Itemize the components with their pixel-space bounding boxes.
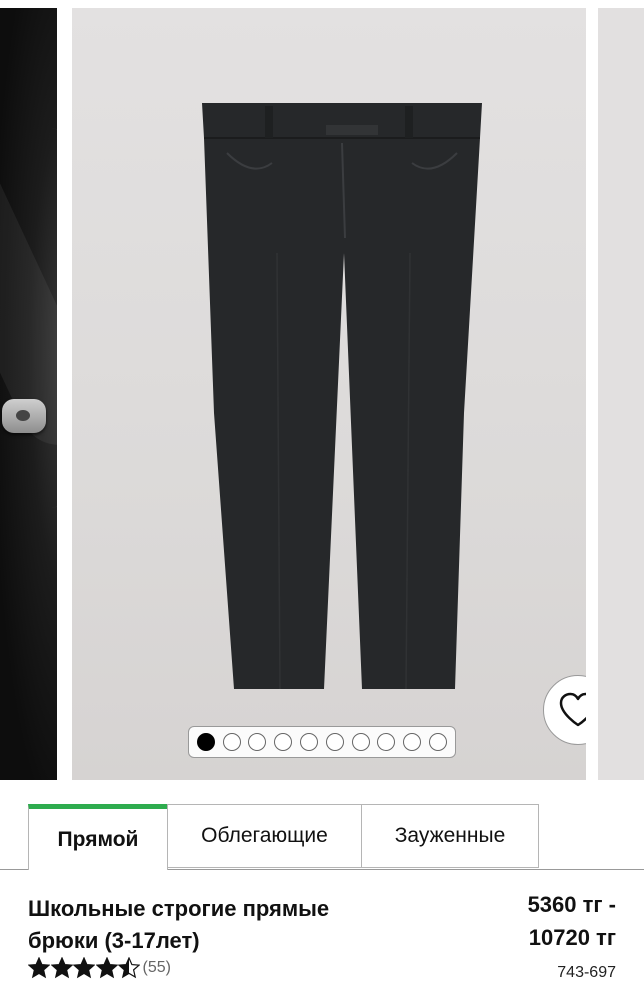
- product-title[interactable]: Школьные строгие прямые брюки (3-17лет): [28, 893, 428, 957]
- tab-straight[interactable]: Прямой: [28, 804, 168, 870]
- pagination-dot[interactable]: [248, 733, 267, 751]
- pagination-dot[interactable]: [403, 733, 422, 751]
- next-image-slide[interactable]: [598, 8, 644, 780]
- reviews-count[interactable]: (55): [143, 959, 171, 977]
- tab-skinny[interactable]: Зауженные: [361, 804, 539, 868]
- pagination-dot[interactable]: [429, 733, 448, 751]
- previous-image-slide[interactable]: [0, 8, 57, 780]
- pagination-dot[interactable]: [377, 733, 396, 751]
- product-image-carousel[interactable]: [0, 0, 644, 780]
- product-price: 5360 тг - 10720 тг: [466, 888, 616, 954]
- rating-stars: [28, 957, 141, 979]
- pagination-dot[interactable]: [196, 733, 215, 751]
- star-full-icon: [73, 957, 95, 979]
- product-title-line1: Школьные строгие прямые: [28, 896, 330, 921]
- waistband-grommet-detail: [2, 399, 46, 433]
- fabric-fold: [10, 128, 57, 508]
- heart-icon: [559, 692, 586, 727]
- pagination-dot[interactable]: [351, 733, 370, 751]
- fit-tabs: Прямой Облегающие Зауженные: [0, 804, 644, 870]
- star-half-icon: [118, 957, 140, 979]
- rating[interactable]: (55): [28, 956, 171, 980]
- pagination-dot[interactable]: [274, 733, 293, 751]
- price-line1: 5360 тг -: [527, 892, 616, 917]
- image-pagination[interactable]: [188, 726, 456, 758]
- pagination-dot[interactable]: [222, 733, 241, 751]
- price-line2: 10720 тг: [528, 925, 616, 950]
- pagination-dot[interactable]: [325, 733, 344, 751]
- star-full-icon: [95, 957, 118, 979]
- tab-slim[interactable]: Облегающие: [167, 804, 362, 868]
- product-code: 743-697: [557, 964, 616, 981]
- star-full-icon: [28, 957, 50, 979]
- pants-image: [202, 103, 482, 690]
- product-title-line2: брюки (3-17лет): [28, 928, 200, 953]
- pagination-dot[interactable]: [300, 733, 319, 751]
- wishlist-button[interactable]: [543, 675, 586, 745]
- star-full-icon: [50, 957, 73, 979]
- main-product-image[interactable]: [72, 8, 586, 780]
